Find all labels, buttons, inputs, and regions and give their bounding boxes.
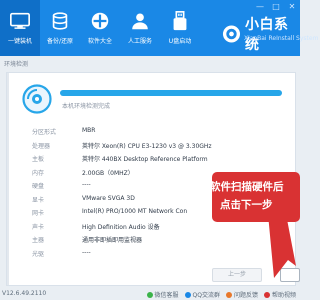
- wechat-support-link[interactable]: 微信客服: [146, 290, 179, 299]
- version-text: V12.6.49.2110: [2, 290, 47, 297]
- hardware-label: 内存: [32, 169, 45, 177]
- nav-item-one-click-install[interactable]: 一键装机: [0, 0, 40, 56]
- minimize-button[interactable]: —: [254, 2, 266, 12]
- footer-link-label: 问题反馈: [233, 292, 258, 299]
- wechat-icon: [146, 291, 153, 298]
- hardware-label: 主器: [32, 237, 45, 244]
- callout-pointer-arrow: [268, 214, 296, 278]
- hardware-row: 处理器 英特尔 Xeon(R) CPU E3-1230 v3 @ 3.30GHz: [32, 138, 282, 152]
- nav-item-backup-restore[interactable]: 备份/还原: [40, 0, 80, 56]
- hardware-value: High Definition Audio 设备: [82, 223, 160, 231]
- nav-item-software[interactable]: 软件大全: [80, 0, 120, 56]
- hardware-value: 英特尔 Xeon(R) CPU E3-1230 v3 @ 3.30GHz: [82, 142, 212, 150]
- footer-link-label: QQ交流群: [192, 292, 220, 299]
- scan-progress-fill: [60, 90, 282, 96]
- hardware-value: 英特尔 440BX Desktop Reference Platform: [82, 156, 208, 163]
- hardware-row: 分区形式 MBR: [32, 124, 282, 138]
- footer-links: 微信客服 QQ交流群 问题反馈 帮助视频: [146, 290, 296, 299]
- hardware-value: ----: [82, 248, 91, 256]
- panel-divider: [7, 73, 9, 285]
- close-button[interactable]: ✕: [286, 2, 298, 12]
- hardware-label: 光驱: [32, 250, 45, 258]
- scan-disc-icon: [22, 84, 52, 114]
- nav-label: 备份/还原: [46, 38, 74, 45]
- backup-icon: [52, 12, 68, 30]
- hardware-label: 分区形式: [32, 129, 57, 136]
- brand: 小白系统: [222, 14, 300, 54]
- hardware-value: VMware SVGA 3D: [82, 194, 135, 202]
- nav-label: 软件大全: [87, 38, 112, 45]
- hardware-value: MBR: [82, 127, 96, 134]
- qq-icon: [184, 291, 191, 298]
- hardware-value: ----: [82, 181, 91, 188]
- status-bar: V12.6.49.2110 微信客服 QQ交流群 问题反馈 帮助视频: [0, 288, 300, 300]
- hardware-label: 显卡: [32, 196, 45, 204]
- feedback-link[interactable]: 问题反馈: [225, 290, 258, 299]
- brand-subtitle: XiaoBai ReInstall System: [244, 35, 319, 42]
- nav-label: 人工服务: [127, 38, 152, 45]
- monitor-icon: [10, 12, 30, 29]
- maximize-button[interactable]: □: [270, 2, 282, 12]
- hardware-value: 通用非即插即用监视器: [82, 237, 143, 244]
- service-icon: [132, 13, 148, 30]
- scan-progress-bar: [60, 90, 282, 96]
- nav-item-usb-boot[interactable]: U盘启动: [160, 0, 200, 56]
- hardware-label: 主板: [32, 156, 45, 163]
- logo-icon: [222, 25, 241, 43]
- scan-status-text: 本机环境检测完成: [62, 103, 111, 110]
- main-nav: 一键装机 备份/还原 软件大全 人工服务 U盘启动: [0, 0, 200, 56]
- section-title: 环境检测: [4, 61, 29, 68]
- qq-group-link[interactable]: QQ交流群: [184, 290, 220, 299]
- hardware-label: 网卡: [32, 210, 45, 217]
- hardware-label: 硬盘: [32, 183, 45, 190]
- nav-label: U盘启动: [168, 38, 192, 45]
- feedback-icon: [225, 291, 232, 298]
- window-controls: — □ ✕: [254, 2, 298, 12]
- hardware-row: 光驱 ----: [32, 246, 282, 260]
- brand-name: 小白系统: [244, 17, 289, 53]
- hint-callout: 软件扫描硬件后 点击下一步: [210, 172, 300, 222]
- callout-line-2: 点击下一步: [220, 199, 273, 211]
- hardware-row: 主板 英特尔 440BX Desktop Reference Platform: [32, 151, 282, 165]
- footer-link-label: 帮助视频: [271, 292, 296, 299]
- section-bar: 环境检测: [0, 56, 300, 70]
- callout-line-1: 软件扫描硬件后: [210, 181, 284, 193]
- usb-icon: [173, 11, 187, 31]
- hardware-value: Intel(R) PRO/1000 MT Network Con: [82, 208, 188, 215]
- nav-item-support[interactable]: 人工服务: [120, 0, 160, 56]
- apps-icon: [91, 12, 109, 30]
- hardware-value: 2.00GB（0MHZ）: [82, 169, 134, 177]
- video-icon: [263, 291, 270, 298]
- nav-label: 一键装机: [7, 38, 32, 45]
- hardware-label: 声卡: [32, 223, 45, 231]
- hardware-label: 处理器: [32, 142, 51, 150]
- hardware-row: 主器 通用非即插即用监视器: [32, 232, 282, 246]
- prev-step-button[interactable]: 上一步: [212, 268, 262, 282]
- app-header: 一键装机 备份/还原 软件大全 人工服务 U盘启动 小白系统 XiaoBai R…: [0, 0, 318, 56]
- help-video-link[interactable]: 帮助视频: [263, 290, 296, 299]
- footer-link-label: 微信客服: [154, 292, 179, 299]
